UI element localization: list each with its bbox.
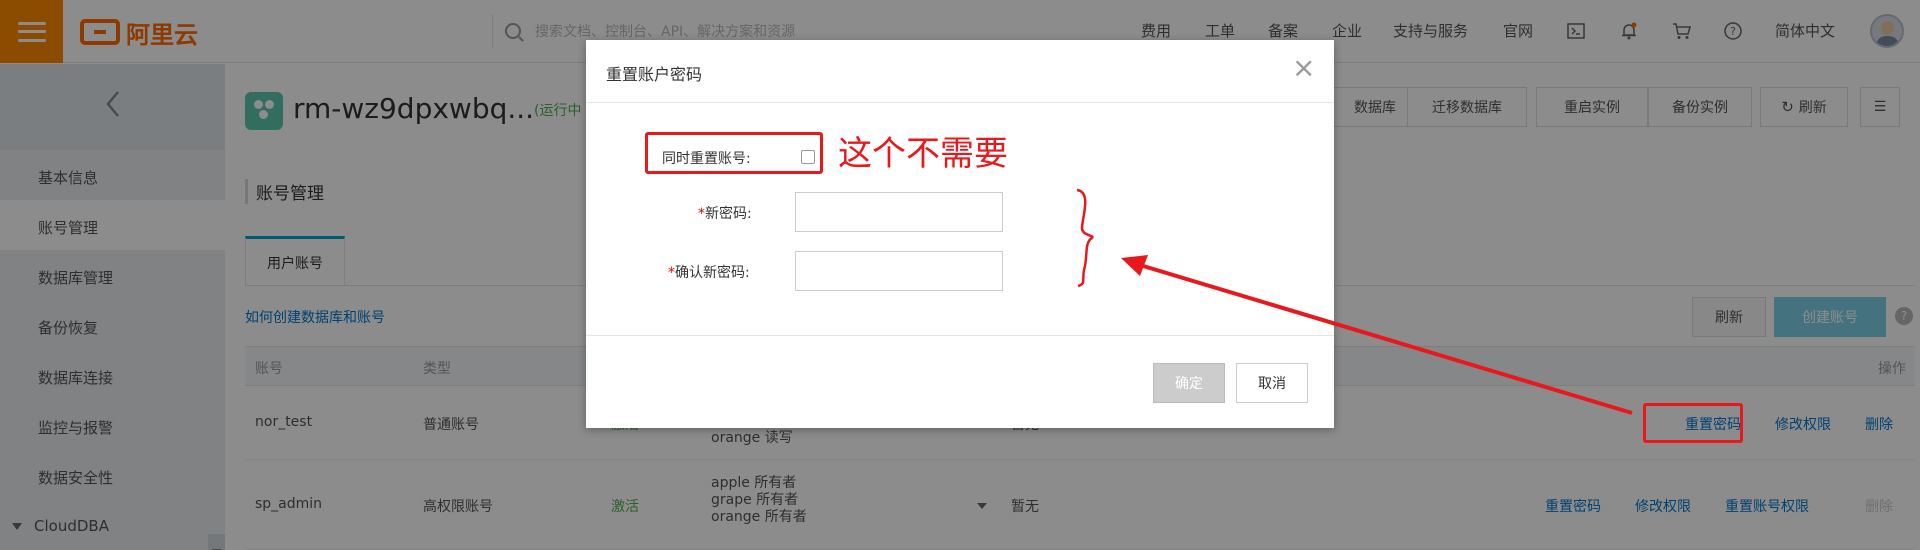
annotation-arrow bbox=[1076, 188, 1633, 415]
